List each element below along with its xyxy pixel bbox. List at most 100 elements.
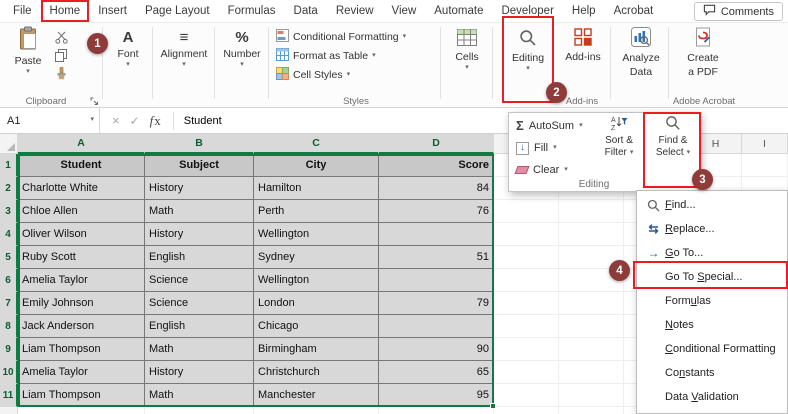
row-header-5[interactable]: 5 [0, 246, 18, 269]
cell-D6[interactable] [379, 269, 494, 292]
tab-home[interactable]: Home [41, 0, 90, 22]
cell-A2[interactable]: Charlotte White [18, 177, 145, 200]
cell-C2[interactable]: Hamilton [254, 177, 379, 200]
cell-A3[interactable]: Chloe Allen [18, 200, 145, 223]
cell-B2[interactable]: History [145, 177, 254, 200]
find-select-button[interactable]: Find & Select▾ [648, 115, 698, 158]
cell-E11[interactable] [494, 384, 559, 407]
cell-D10[interactable]: 65 [379, 361, 494, 384]
cell-E5[interactable] [494, 246, 559, 269]
cells-group-button[interactable]: Cells ▾ [444, 29, 490, 71]
menu-item-conditional-formatting[interactable]: Conditional Formatting [637, 337, 787, 361]
cell-D8[interactable] [379, 315, 494, 338]
cell-A11[interactable]: Liam Thompson [18, 384, 145, 407]
tab-data[interactable]: Data [285, 0, 327, 22]
cell-F8[interactable] [559, 315, 624, 338]
enter-icon[interactable]: ✓ [130, 114, 140, 128]
cell-A10[interactable]: Amelia Taylor [18, 361, 145, 384]
tab-formulas[interactable]: Formulas [219, 0, 285, 22]
cell-B12[interactable] [145, 407, 254, 414]
cell-F4[interactable] [559, 223, 624, 246]
cell-E4[interactable] [494, 223, 559, 246]
menu-item-go-to[interactable]: →Go To... [637, 241, 787, 265]
cell-styles-button[interactable]: Cell Styles ▾ [276, 66, 350, 83]
cell-D11[interactable]: 95 [379, 384, 494, 407]
fill-handle[interactable] [490, 403, 496, 409]
cell-E9[interactable] [494, 338, 559, 361]
row-header-11[interactable]: 11 [0, 384, 18, 407]
cell-C4[interactable]: Wellington [254, 223, 379, 246]
column-header-a[interactable]: A [18, 134, 145, 154]
cell-E12[interactable] [494, 407, 559, 414]
clipboard-dialog-launcher[interactable] [90, 97, 100, 107]
cell-C7[interactable]: London [254, 292, 379, 315]
cell-E6[interactable] [494, 269, 559, 292]
row-header-7[interactable]: 7 [0, 292, 18, 315]
cell-D3[interactable]: 76 [379, 200, 494, 223]
cell-C10[interactable]: Christchurch [254, 361, 379, 384]
column-header-b[interactable]: B [145, 134, 254, 154]
cell-D4[interactable] [379, 223, 494, 246]
cell-D7[interactable]: 79 [379, 292, 494, 315]
cell-B1[interactable]: Subject [145, 154, 254, 177]
cell-B4[interactable]: History [145, 223, 254, 246]
cell-B5[interactable]: English [145, 246, 254, 269]
cell-B8[interactable]: English [145, 315, 254, 338]
row-header-12[interactable] [0, 407, 18, 414]
cell-C1[interactable]: City [254, 154, 379, 177]
cell-F7[interactable] [559, 292, 624, 315]
menu-item-formulas[interactable]: Formulas [637, 289, 787, 313]
formula-bar-content[interactable]: Student [184, 115, 222, 127]
row-header-1[interactable]: 1 [0, 154, 18, 177]
cell-F11[interactable] [559, 384, 624, 407]
menu-item-notes[interactable]: Notes [637, 313, 787, 337]
cell-D2[interactable]: 84 [379, 177, 494, 200]
cell-I1[interactable] [742, 154, 788, 177]
sort-filter-button[interactable]: AZ Sort & Filter▾ [595, 115, 643, 158]
autosum-button[interactable]: Σ AutoSum ▾ [516, 117, 583, 135]
cell-C8[interactable]: Chicago [254, 315, 379, 338]
cell-A7[interactable]: Emily Johnson [18, 292, 145, 315]
menu-item-replace[interactable]: ⇆Replace... [637, 217, 787, 241]
analyze-data-button[interactable]: Analyze Data [614, 27, 668, 78]
row-header-2[interactable]: 2 [0, 177, 18, 200]
comments-button[interactable]: Comments [694, 2, 783, 21]
select-all-corner[interactable] [0, 134, 18, 154]
add-ins-button[interactable]: Add-ins [558, 28, 608, 63]
tab-developer[interactable]: Developer [492, 0, 562, 22]
cell-A6[interactable]: Amelia Taylor [18, 269, 145, 292]
clear-button[interactable]: Clear ▾ [516, 161, 568, 179]
row-header-3[interactable]: 3 [0, 200, 18, 223]
insert-function-icon[interactable]: ffxx [150, 113, 161, 129]
tab-insert[interactable]: Insert [89, 0, 136, 22]
cell-C3[interactable]: Perth [254, 200, 379, 223]
row-header-9[interactable]: 9 [0, 338, 18, 361]
tab-page-layout[interactable]: Page Layout [136, 0, 219, 22]
cell-A4[interactable]: Oliver Wilson [18, 223, 145, 246]
tab-review[interactable]: Review [327, 0, 383, 22]
cell-E8[interactable] [494, 315, 559, 338]
menu-item-find[interactable]: Find... [637, 193, 787, 217]
menu-item-data-validation[interactable]: Data Validation [637, 385, 787, 409]
column-header-c[interactable]: C [254, 134, 379, 154]
cell-A8[interactable]: Jack Anderson [18, 315, 145, 338]
cell-D5[interactable]: 51 [379, 246, 494, 269]
format-as-table-button[interactable]: Format as Table ▾ [276, 47, 376, 64]
cell-F10[interactable] [559, 361, 624, 384]
cell-C9[interactable]: Birmingham [254, 338, 379, 361]
cancel-icon[interactable]: × [112, 113, 120, 128]
cell-B7[interactable]: Science [145, 292, 254, 315]
alignment-group-button[interactable]: ≡ Alignment ▾ [156, 29, 212, 68]
row-header-6[interactable]: 6 [0, 269, 18, 292]
tab-acrobat[interactable]: Acrobat [605, 0, 663, 22]
cell-A5[interactable]: Ruby Scott [18, 246, 145, 269]
cell-D12[interactable] [379, 407, 494, 414]
cell-E10[interactable] [494, 361, 559, 384]
fill-button[interactable]: ↓ Fill ▾ [516, 139, 557, 157]
cell-A1[interactable]: Student [18, 154, 145, 177]
row-header-10[interactable]: 10 [0, 361, 18, 384]
cell-B3[interactable]: Math [145, 200, 254, 223]
number-group-button[interactable]: % Number ▾ [218, 29, 266, 68]
format-painter-button[interactable] [52, 65, 70, 81]
cell-C6[interactable]: Wellington [254, 269, 379, 292]
